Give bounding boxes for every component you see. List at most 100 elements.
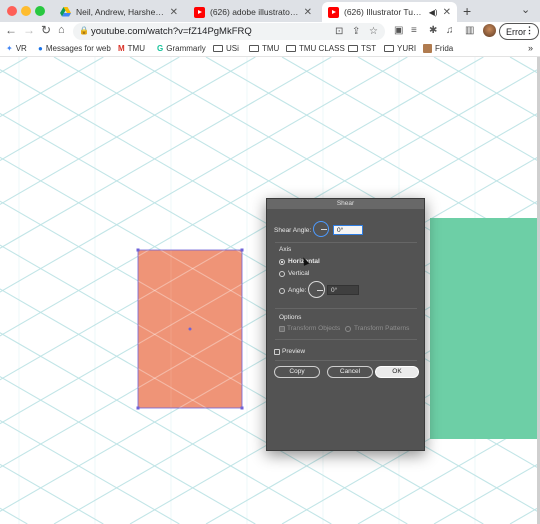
close-tab-icon[interactable]: ✕ (443, 7, 451, 18)
axis-angle-dial[interactable] (308, 281, 325, 298)
home-icon[interactable]: ⌂ (58, 24, 65, 36)
tab-youtube-tutorial[interactable]: (626) Illustrator Tutorial - T ◀) ✕ (322, 2, 457, 22)
axis-angle-value: 0° (331, 287, 338, 294)
section-divider (275, 339, 417, 340)
tab-title: (626) adobe illustrator isometr (210, 7, 299, 17)
close-tab-icon[interactable]: ✕ (170, 7, 178, 18)
extension-1-icon[interactable]: ▣ (394, 25, 403, 36)
bookmark-label: Grammarly (166, 44, 206, 53)
angle-label[interactable]: Angle: (288, 287, 306, 294)
selection-handle[interactable] (136, 406, 140, 410)
transform-patterns-checkbox[interactable] (345, 326, 351, 332)
horizontal-radio[interactable] (279, 259, 285, 265)
shear-angle-input[interactable]: 0° (333, 225, 363, 235)
bookmark-yuri[interactable]: YURI (384, 44, 416, 53)
tab-youtube-isometric[interactable]: (626) adobe illustrator isometr ✕ (188, 2, 318, 22)
bookmark-tmu-gmail[interactable]: M TMU (118, 44, 145, 53)
profile-avatar[interactable] (483, 24, 496, 37)
axis-angle-input[interactable]: 0° (327, 285, 359, 295)
vertical-label[interactable]: Vertical (288, 270, 309, 277)
transform-patterns-label[interactable]: Transform Patterns (354, 325, 409, 332)
forward-icon[interactable]: → (23, 23, 35, 37)
cancel-button[interactable]: Cancel (327, 366, 373, 378)
green-rectangle[interactable] (430, 218, 537, 439)
tab-title: (626) Illustrator Tutorial - T (344, 7, 424, 17)
transform-objects-label[interactable]: Transform Objects (287, 325, 340, 332)
reading-mode-icon[interactable]: ≡ (411, 25, 417, 36)
section-divider (275, 308, 417, 309)
share-icon[interactable]: ⇪ (352, 26, 360, 37)
lock-icon: 🔒 (79, 26, 89, 35)
browser-toolbar: ← → ↻ ⌂ 🔒 youtube.com/watch?v=fZ14PgMkFR… (0, 22, 540, 41)
side-panel-icon[interactable]: ▥ (465, 25, 474, 36)
grid-line (0, 57, 103, 524)
bookmark-label: TMU (262, 44, 280, 53)
folder-icon (384, 45, 394, 52)
selection-handle[interactable] (240, 406, 244, 410)
dialog-title: Shear (267, 199, 424, 209)
gmail-icon: M (118, 44, 125, 53)
bookmark-label: USi (226, 44, 239, 53)
bookmark-label: VR (15, 44, 27, 53)
shear-angle-dial[interactable] (313, 221, 329, 237)
bookmark-grammarly[interactable]: G Grammarly (157, 44, 206, 53)
selection-handle[interactable] (240, 248, 244, 252)
youtube-icon (328, 6, 339, 18)
folder-icon (286, 45, 296, 52)
bookmark-messages[interactable]: ● Messages for web (38, 44, 111, 53)
install-app-icon[interactable]: ⊡ (335, 26, 343, 37)
preview-checkbox[interactable] (274, 349, 280, 355)
bookmark-tmu-class[interactable]: TMU CLASS (286, 44, 345, 53)
tab-search-icon[interactable]: ⌄ (521, 3, 530, 16)
address-bar[interactable]: 🔒 youtube.com/watch?v=fZ14PgMkFRQ ⊡ ⇪ ☆ (73, 23, 385, 40)
folder-icon (348, 45, 358, 52)
folder-icon (213, 45, 223, 52)
bookmark-tst[interactable]: TST (348, 44, 376, 53)
minimize-window-button[interactable] (21, 6, 31, 16)
bookmark-star-icon[interactable]: ☆ (369, 26, 378, 37)
copy-button[interactable]: Copy (274, 366, 320, 378)
kebab-menu-icon[interactable]: ⋮ (525, 25, 534, 36)
bookmark-tmu[interactable]: TMU (249, 44, 279, 53)
transform-objects-checkbox[interactable] (279, 326, 285, 332)
vertical-radio[interactable] (279, 271, 285, 277)
preview-label[interactable]: Preview (282, 348, 305, 355)
close-window-button[interactable] (7, 6, 17, 16)
selection-handle[interactable] (136, 248, 140, 252)
messages-icon: ● (38, 44, 43, 53)
new-tab-icon[interactable]: + (463, 3, 471, 19)
shear-angle-label: Shear Angle: (274, 227, 312, 234)
back-icon[interactable]: ← (5, 23, 17, 37)
grid-line (0, 463, 104, 524)
bookmark-usi[interactable]: USi (213, 44, 239, 53)
bookmark-label: TST (361, 44, 377, 53)
frida-icon (423, 44, 432, 53)
angle-radio[interactable] (279, 288, 285, 294)
youtube-icon (194, 6, 205, 18)
tab-drive[interactable]: Neil, Andrew, Harsheeta x wha ✕ (54, 2, 184, 22)
bookmark-label: TMU CLASS (299, 44, 345, 53)
error-label: Error (506, 26, 526, 37)
media-controls-icon[interactable]: ♫ (446, 25, 454, 36)
ok-button[interactable]: OK (375, 366, 419, 378)
close-tab-icon[interactable]: ✕ (304, 7, 312, 18)
section-divider (275, 360, 417, 361)
axis-section-label: Axis (279, 246, 292, 253)
audio-playing-icon[interactable]: ◀) (429, 8, 438, 17)
section-divider (275, 242, 417, 243)
zoom-window-button[interactable] (35, 6, 45, 16)
shear-angle-value: 0° (337, 227, 344, 234)
grid-line (0, 57, 104, 118)
reload-icon[interactable]: ↻ (41, 23, 51, 37)
center-point (188, 327, 192, 331)
error-button[interactable]: Error ⋮ (499, 23, 539, 40)
options-section-label: Options (279, 314, 302, 321)
extensions-puzzle-icon[interactable]: ✱ (429, 25, 437, 36)
puzzle-icon: ✦ (6, 44, 13, 53)
more-bookmarks-icon[interactable]: » (528, 43, 533, 53)
bookmark-vr[interactable]: ✦ VR (6, 44, 27, 53)
bookmarks-bar: ✦ VR ● Messages for web M TMU G Grammarly US… (0, 41, 540, 57)
url-text: youtube.com/watch?v=fZ14PgMkFRQ (91, 26, 252, 37)
bookmark-label: Frida (435, 44, 454, 53)
bookmark-frida[interactable]: Frida (423, 44, 453, 53)
